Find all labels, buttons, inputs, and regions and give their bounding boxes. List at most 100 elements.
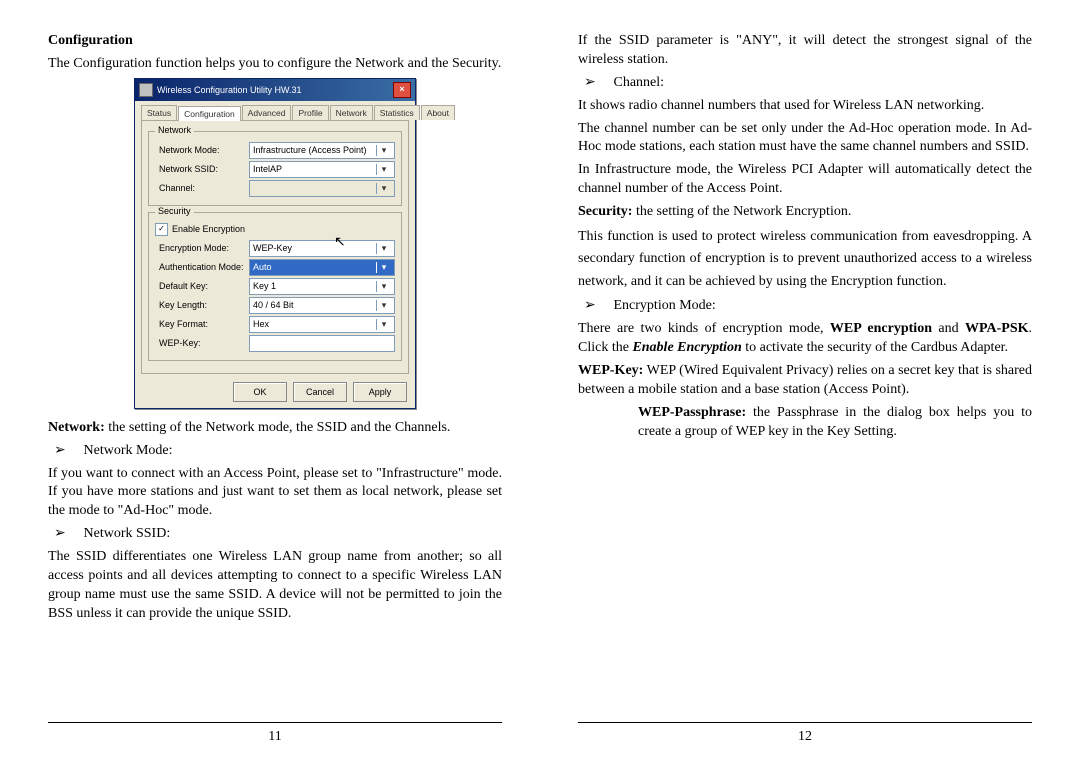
arrow-icon: ➢ [54,525,80,544]
config-dialog: Wireless Configuration Utility HW.31 × S… [134,78,416,409]
close-icon[interactable]: × [393,82,411,98]
chevron-down-icon: ▾ [376,281,391,292]
screenshot-wrap: Wireless Configuration Utility HW.31 × S… [48,78,502,409]
tab-status[interactable]: Status [141,105,177,120]
app-icon [139,83,153,97]
ssid-any-text: If the SSID parameter is "ANY", it will … [578,32,1032,70]
wep-passphrase-bold: WEP-Passphrase: [638,405,746,420]
default-key-label: Default Key: [155,281,249,291]
tab-about[interactable]: About [421,105,455,120]
bullet-label: Network Mode: [84,443,173,458]
page-number: 12 [798,729,812,744]
network-ssid-text: The SSID differentiates one Wireless LAN… [48,548,502,624]
network-mode-text: If you want to connect with an Access Po… [48,465,502,522]
chevron-down-icon: ▾ [376,145,391,156]
wep-passphrase-line: WEP-Passphrase: the Passphrase in the di… [638,404,1032,442]
page-right: If the SSID parameter is "ANY", it will … [540,0,1080,763]
wep-key-input[interactable] [249,335,395,352]
bullet-channel: ➢ Channel: [584,74,1032,93]
chevron-down-icon: ▾ [376,164,391,175]
t: There are two kinds of encryption mode, [578,321,830,336]
encryption-mode-value: WEP-Key [253,243,292,253]
apply-button[interactable]: Apply [353,382,407,402]
tab-profile[interactable]: Profile [292,105,328,120]
t: Enable Encryption [632,340,741,355]
arrow-icon: ➢ [54,442,80,461]
network-heading-line: Network: the setting of the Network mode… [48,419,502,438]
intro-text: The Configuration function helps you to … [48,55,502,74]
channel-p1: It shows radio channel numbers that used… [578,97,1032,116]
key-length-value: 40 / 64 Bit [253,300,294,310]
tab-statistics[interactable]: Statistics [374,105,420,120]
chevron-down-icon: ▾ [376,262,391,273]
default-key-value: Key 1 [253,281,276,291]
security-p1: This function is used to protect wireles… [578,226,1032,293]
arrow-icon: ➢ [584,74,610,93]
wep-key-line: WEP-Key: WEP (Wired Equivalent Privacy) … [578,362,1032,400]
wep-key-desc: WEP (Wired Equivalent Privacy) relies on… [578,363,1032,397]
t: and [932,321,965,336]
key-format-label: Key Format: [155,319,249,329]
network-ssid-value: IntelAP [253,164,282,174]
section-heading: Configuration [48,32,502,51]
tab-configuration[interactable]: Configuration [178,106,241,121]
default-key-select[interactable]: Key 1 ▾ [249,278,395,295]
key-length-label: Key Length: [155,300,249,310]
channel-label: Channel: [155,183,249,193]
network-ssid-label: Network SSID: [155,164,249,174]
dialog-title: Wireless Configuration Utility HW.31 [157,85,302,95]
bullet-label: Channel: [614,75,665,90]
page-footer: 11 [48,722,502,745]
ok-button[interactable]: OK [233,382,287,402]
encryption-mode-label: Encryption Mode: [155,243,249,253]
chevron-down-icon: ▾ [376,300,391,311]
auth-mode-value: Auto [253,262,272,272]
cancel-button[interactable]: Cancel [293,382,347,402]
encryption-mode-select[interactable]: WEP-Key ▾ [249,240,395,257]
security-heading-line: Security: the setting of the Network Enc… [578,203,1032,222]
wep-key-bold: WEP-Key: [578,363,643,378]
network-mode-value: Infrastructure (Access Point) [253,145,367,155]
group-security: Security ✓ Enable Encryption Encryption … [148,212,402,361]
bullet-label: Network SSID: [84,526,171,541]
encryption-mode-text: There are two kinds of encryption mode, … [578,320,1032,358]
group-security-label: Security [155,206,194,216]
auth-mode-label: Authentication Mode: [155,262,249,272]
dialog-tabs: Status Configuration Advanced Profile Ne… [135,101,415,120]
t: to activate the security of the Cardbus … [742,340,1008,355]
channel-select[interactable]: ▾ [249,180,395,197]
bullet-encryption-mode: ➢ Encryption Mode: [584,297,1032,316]
bullet-network-ssid: ➢ Network SSID: [54,525,502,544]
chevron-down-icon: ▾ [376,183,391,194]
security-desc: the setting of the Network Encryption. [632,204,851,219]
tab-advanced[interactable]: Advanced [242,105,292,120]
key-format-select[interactable]: Hex ▾ [249,316,395,333]
dialog-titlebar[interactable]: Wireless Configuration Utility HW.31 × [135,79,415,101]
t: WPA-PSK [965,321,1029,336]
page-left: Configuration The Configuration function… [0,0,540,763]
channel-p2: The channel number can be set only under… [578,120,1032,158]
page-spread: Configuration The Configuration function… [0,0,1080,763]
wep-key-label: WEP-Key: [155,338,249,348]
enable-encryption-checkbox[interactable]: ✓ [155,223,168,236]
page-number: 11 [268,729,281,744]
network-ssid-select[interactable]: IntelAP ▾ [249,161,395,178]
chevron-down-icon: ▾ [376,319,391,330]
tab-network[interactable]: Network [330,105,373,120]
network-mode-label: Network Mode: [155,145,249,155]
network-bold: Network: [48,420,105,435]
page-footer: 12 [578,722,1032,745]
group-network: Network Network Mode: Infrastructure (Ac… [148,131,402,206]
key-length-select[interactable]: 40 / 64 Bit ▾ [249,297,395,314]
enable-encryption-label: Enable Encryption [172,224,245,234]
network-mode-select[interactable]: Infrastructure (Access Point) ▾ [249,142,395,159]
bullet-network-mode: ➢ Network Mode: [54,442,502,461]
t: WEP encryption [830,321,932,336]
arrow-icon: ➢ [584,297,610,316]
group-network-label: Network [155,125,194,135]
auth-mode-select[interactable]: Auto ▾ [249,259,395,276]
network-desc: the setting of the Network mode, the SSI… [105,420,451,435]
key-format-value: Hex [253,319,269,329]
bullet-label: Encryption Mode: [614,298,716,313]
chevron-down-icon: ▾ [376,243,391,254]
